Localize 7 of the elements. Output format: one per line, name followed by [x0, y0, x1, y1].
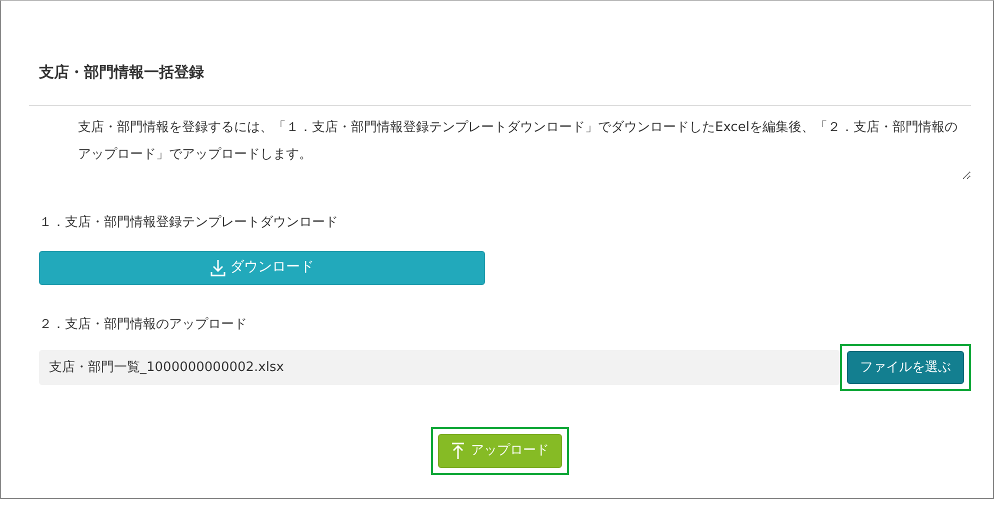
file-name-field[interactable]: 支店・部門一覧_1000000000002.xlsx: [39, 350, 840, 385]
choose-file-button[interactable]: ファイルを選ぶ: [847, 351, 964, 384]
download-button[interactable]: ダウンロード: [39, 250, 485, 284]
step-label: ２．支店・部門情報のアップロード: [39, 316, 248, 334]
step-label: １．支店・部門情報登録テンプレートダウンロード: [39, 214, 339, 232]
upload-icon: [451, 442, 465, 460]
download-icon: [210, 258, 226, 276]
